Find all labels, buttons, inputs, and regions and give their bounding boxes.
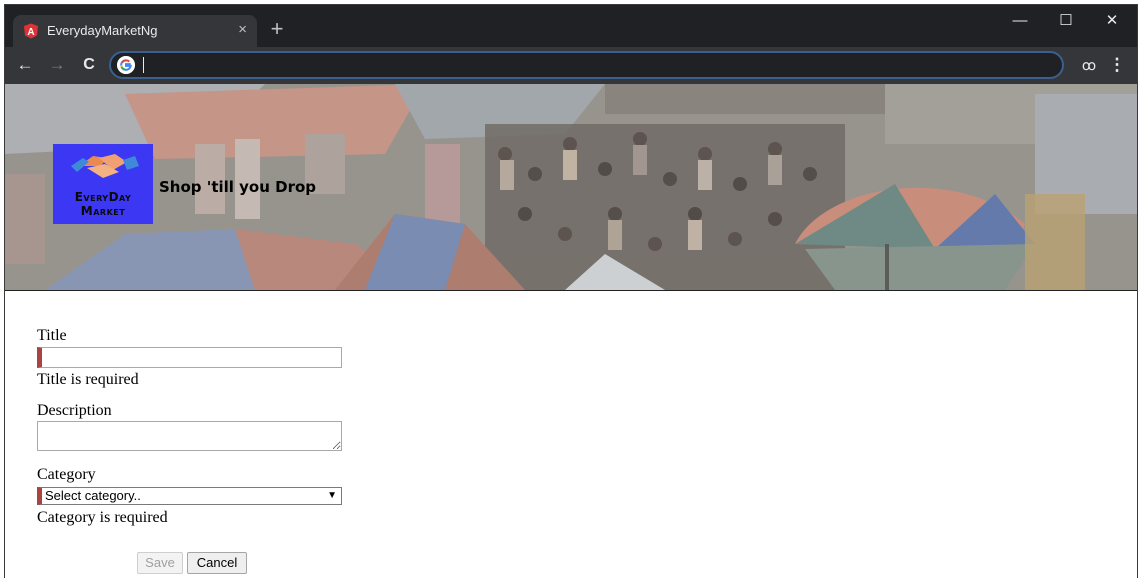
svg-text:A: A — [27, 27, 34, 38]
dropdown-arrow-icon: ▼ — [327, 490, 337, 501]
category-select[interactable]: Select category.. ▼ — [37, 487, 342, 505]
title-input[interactable] — [37, 347, 342, 368]
address-input[interactable] — [143, 55, 1043, 75]
title-label: Title — [37, 327, 67, 344]
browser-window: A EverydayMarketNg × + — ☐ ✕ ← → C ꝏ ⋮ E… — [4, 4, 1138, 578]
forward-icon[interactable]: → — [45, 53, 69, 77]
tagline: Shop 'till you Drop — [159, 178, 317, 196]
back-icon[interactable]: ← — [13, 53, 37, 77]
logo-line-1: EveryDay — [74, 190, 132, 204]
category-selected-value: Select category.. — [45, 488, 141, 503]
cancel-button[interactable]: Cancel — [187, 552, 247, 574]
maximize-icon[interactable]: ☐ — [1043, 5, 1089, 37]
category-error: Category is required — [37, 509, 168, 526]
browser-tab[interactable]: A EverydayMarketNg × — [13, 15, 257, 47]
address-bar[interactable] — [109, 51, 1064, 79]
text-caret — [143, 57, 144, 73]
tab-strip: A EverydayMarketNg × + — ☐ ✕ — [5, 5, 1137, 47]
handshake-icon — [71, 154, 139, 178]
minimize-icon[interactable]: — — [997, 5, 1043, 37]
logo[interactable]: EveryDay Market — [53, 144, 153, 224]
logo-text: EveryDay Market — [53, 190, 153, 218]
google-icon — [117, 56, 135, 74]
browser-toolbar: ← → C ꝏ ⋮ — [5, 47, 1137, 84]
description-textarea[interactable] — [37, 421, 342, 451]
save-button[interactable]: Save — [137, 552, 183, 574]
menu-icon[interactable]: ⋮ — [1105, 53, 1129, 77]
tab-title: EverydayMarketNg — [47, 23, 158, 38]
new-tab-icon[interactable]: + — [267, 18, 287, 40]
title-error: Title is required — [37, 371, 139, 388]
hero-banner: EveryDay Market Shop 'till you Drop — [5, 84, 1137, 291]
logo-line-2: Market — [80, 204, 126, 218]
close-window-icon[interactable]: ✕ — [1089, 5, 1135, 37]
tab-close-icon[interactable]: × — [238, 21, 247, 39]
description-label: Description — [37, 402, 112, 419]
incognito-icon[interactable]: ꝏ — [1077, 53, 1101, 77]
angular-icon: A — [24, 23, 38, 39]
category-label: Category — [37, 466, 96, 483]
reload-icon[interactable]: C — [77, 53, 101, 77]
